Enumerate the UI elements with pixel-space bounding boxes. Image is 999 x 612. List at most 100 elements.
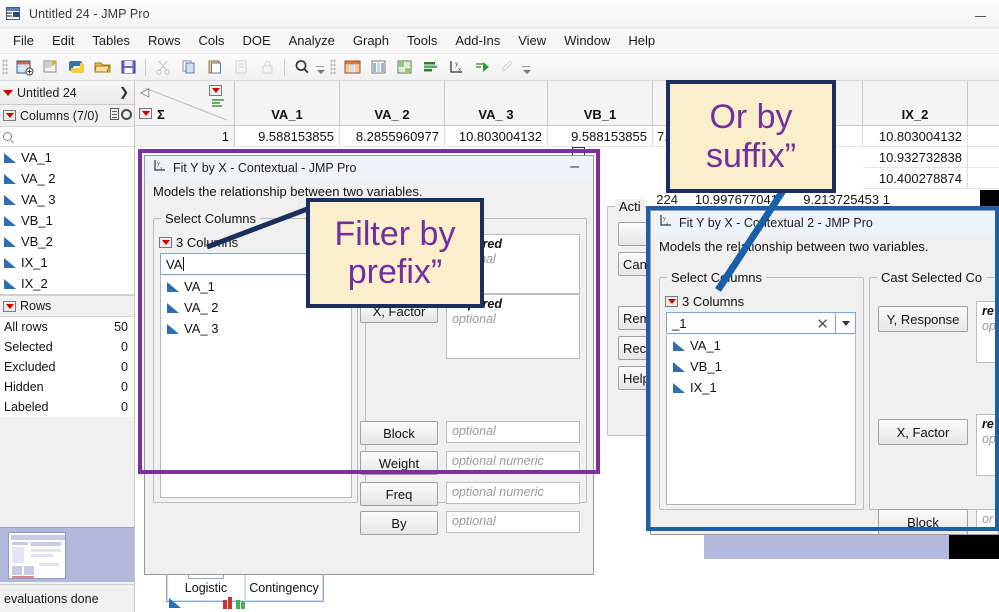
window-preview-thumbnail[interactable] [0, 527, 134, 582]
red-triangle-icon-cols[interactable] [209, 85, 226, 96]
rows-panel-header[interactable]: Rows [0, 295, 134, 317]
menu-help[interactable]: Help [619, 30, 664, 51]
dialog2-column-count-label: 3 Columns [682, 294, 745, 309]
gear-icon[interactable] [121, 108, 132, 120]
continuous-icon [4, 173, 16, 184]
red-triangle-icon-rows-table[interactable] [139, 108, 156, 119]
data-table-corner-control[interactable]: ◁ Σ [135, 81, 235, 126]
dialog2-role-field-block[interactable]: or [976, 509, 998, 531]
dialog2-list-item-va1[interactable]: VA_1 [667, 335, 855, 356]
red-triangle-icon-dialog1[interactable] [159, 237, 172, 248]
menu-doe[interactable]: DOE [233, 30, 279, 51]
toolbar-grip[interactable] [2, 59, 8, 75]
menu-tools[interactable]: Tools [398, 30, 446, 51]
role-optional-text: op [982, 319, 996, 333]
chevron-right-icon[interactable]: ❯ [117, 85, 131, 100]
column-item-vb1[interactable]: VB_1 [0, 210, 134, 231]
menu-rows[interactable]: Rows [139, 30, 190, 51]
dialog2-filter-dropdown-button[interactable] [836, 312, 856, 334]
paste-icon[interactable] [203, 56, 227, 79]
rows-excluded-value: 0 [121, 360, 128, 374]
dialog2-list-item-vb1[interactable]: VB_1 [667, 356, 855, 377]
dialog2-columns-listbox[interactable]: VA_1 VB_1 IX_1 [666, 335, 856, 505]
column-item-va3[interactable]: VA_ 3 [0, 189, 134, 210]
search-icon[interactable] [290, 56, 314, 79]
column-item-ix1[interactable]: IX_1 [0, 252, 134, 273]
menu-cols[interactable]: Cols [189, 30, 233, 51]
menu-analyze[interactable]: Analyze [280, 30, 344, 51]
run-script-icon[interactable] [470, 56, 494, 79]
status-text: evaluations done [4, 591, 99, 606]
dialog2-column-count-row[interactable]: 3 Columns [665, 294, 744, 309]
dialog2-role-button-y-response[interactable]: Y, Response [878, 306, 968, 332]
dialog2-role-field-y-response[interactable]: re op [976, 301, 998, 363]
dialog1-role-field-weight[interactable]: optional numeric [446, 451, 580, 473]
column-viewer-icon[interactable] [366, 56, 390, 79]
subset-icon[interactable] [392, 56, 416, 79]
dialog2-title-bar: yx Fit Y by X - Contextual 2 - JMP Pro [651, 211, 998, 235]
dialog2-role-field-x-factor[interactable]: re op [976, 414, 998, 476]
column-list-view-icon[interactable] [110, 108, 119, 120]
dialog1-role-field-by[interactable]: optional [446, 511, 580, 533]
dialog1-role-button-block[interactable]: Block [360, 421, 438, 445]
toolbar-overflow-chevron-icon[interactable] [315, 57, 325, 77]
menu-edit[interactable]: Edit [43, 30, 83, 51]
menu-tables[interactable]: Tables [83, 30, 139, 51]
rows-panel: Rows All rows 50 Selected 0 Excluded 0 Hidd… [0, 294, 134, 417]
clear-x-icon[interactable]: ✕ [816, 315, 829, 333]
dialog2-role-button-x-factor[interactable]: X, Factor [878, 419, 968, 445]
columns-panel-header[interactable]: Columns (7/0) [0, 105, 134, 127]
row-header-1: 1 [135, 126, 235, 147]
dialog1-role-button-freq[interactable]: Freq [360, 482, 438, 506]
save-icon[interactable] [116, 56, 140, 79]
dialog1-list-item-va3[interactable]: VA_ 3 [161, 318, 351, 339]
dialog2-filter-input[interactable]: _1 ✕ [666, 312, 836, 334]
distribution-icon[interactable] [418, 56, 442, 79]
dialog2-list-item-ix1[interactable]: IX_1 [667, 377, 855, 398]
data-table-tab[interactable]: Untitled 24 ❯ [0, 81, 134, 105]
red-triangle-icon[interactable] [3, 89, 13, 96]
dialog1-role-field-freq[interactable]: optional numeric [446, 482, 580, 504]
menu-window[interactable]: Window [555, 30, 619, 51]
column-item-vb2[interactable]: VB_2 [0, 231, 134, 252]
continuous-icon [4, 215, 16, 226]
column-item-va1[interactable]: VA_1 [0, 147, 134, 168]
cut-icon[interactable] [151, 56, 175, 79]
red-triangle-icon-rows[interactable] [3, 300, 16, 312]
new-data-table-icon[interactable] [12, 56, 36, 79]
menu-file[interactable]: File [4, 30, 43, 51]
continuous-icon [4, 236, 16, 247]
dialog1-role-field-block[interactable]: optional [446, 421, 580, 443]
menu-view[interactable]: View [509, 30, 555, 51]
dialog1-role-button-weight[interactable]: Weight [360, 451, 438, 475]
column-item-ix2[interactable]: IX_2 [0, 273, 134, 294]
header-label: VA_1 [271, 107, 303, 122]
dialog1-columns-listbox[interactable]: VA_1 VA_ 2 VA_ 3 [160, 276, 352, 498]
open-file-icon[interactable] [90, 56, 114, 79]
dialog1-role-button-by[interactable]: By [360, 511, 438, 535]
rows-hidden-label: Hidden [4, 380, 44, 394]
columns-search-input[interactable] [0, 127, 134, 147]
role-required-text: re [982, 304, 994, 318]
toolbar-overflow-chevron-icon-2[interactable] [521, 57, 531, 77]
column-label: VB_2 [21, 234, 53, 249]
minimize-button[interactable] [975, 9, 989, 21]
copy-icon[interactable] [177, 56, 201, 79]
dialog2-role-button-block[interactable]: Block [878, 509, 968, 534]
fit-y-by-x-icon[interactable]: yx [444, 56, 468, 79]
cell-value: 10.803004132 [458, 129, 542, 144]
menu-graph[interactable]: Graph [344, 30, 398, 51]
dialog1-column-count-row[interactable]: 3 Columns [159, 235, 238, 250]
red-triangle-icon-columns[interactable] [3, 110, 16, 121]
menu-add-ins[interactable]: Add-Ins [446, 30, 509, 51]
column-item-va2[interactable]: VA_ 2 [0, 168, 134, 189]
cell-r1-va3: 10.803004132 [445, 126, 548, 147]
new-script-icon[interactable] [38, 56, 62, 79]
data-table-icon[interactable] [340, 56, 364, 79]
red-triangle-icon-dialog2[interactable] [665, 296, 678, 307]
toolbar-grip-2[interactable] [330, 59, 336, 75]
cell-value: 224 [656, 192, 678, 207]
python-icon[interactable] [64, 56, 88, 79]
dialog1-minimize-button[interactable]: – [570, 158, 579, 176]
collapse-left-icon[interactable]: ◁ [140, 85, 149, 99]
